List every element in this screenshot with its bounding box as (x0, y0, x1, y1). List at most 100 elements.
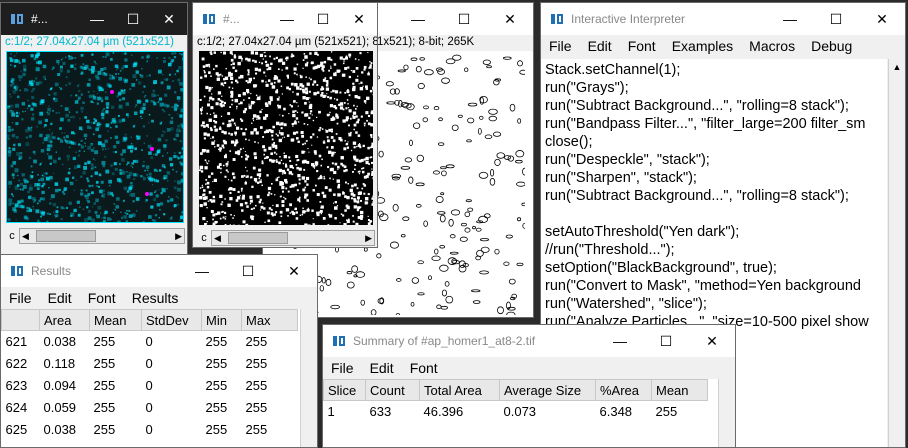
minimize-button[interactable]: — (269, 3, 305, 35)
mask-titlebar[interactable]: #... — ☐ ✕ (193, 3, 377, 35)
table-row[interactable]: 1 633 46.396 0.073 6.348 255 (324, 401, 708, 423)
menu-edit[interactable]: Edit (362, 360, 402, 376)
column-header[interactable] (1, 309, 40, 331)
menu-examples[interactable]: Examples (664, 38, 741, 54)
composite-titlebar[interactable]: #... — ☐ ✕ (1, 3, 187, 35)
table-cell: 255 (205, 400, 228, 415)
code-vertical-scrollbar[interactable]: ▲ (888, 59, 905, 447)
table-cell: 255 (205, 356, 228, 371)
channel-label: c (201, 232, 207, 244)
composite-image[interactable] (7, 52, 183, 222)
column-header[interactable]: Min (201, 309, 242, 331)
interpreter-titlebar[interactable]: Interactive Interpreter — ☐ ✕ (541, 3, 905, 35)
table-cell: 255 (93, 334, 116, 350)
menu-font[interactable]: Font (402, 360, 446, 376)
column-header[interactable]: Mean (651, 379, 708, 401)
menu-font[interactable]: Font (80, 290, 124, 306)
imagej-icon (331, 333, 347, 349)
table-row[interactable]: 624 0.059 255 0 255 255 (2, 397, 298, 419)
scroll-right-icon[interactable]: ▶ (365, 233, 372, 244)
column-header[interactable]: Slice (323, 379, 366, 401)
table-row[interactable]: 622 0.118 255 0 255 255 (2, 353, 298, 375)
scroll-right-icon[interactable]: ▶ (175, 231, 182, 242)
menu-font[interactable]: Font (620, 38, 664, 54)
column-header[interactable]: StdDev (141, 309, 202, 331)
column-header[interactable]: Total Area (419, 379, 500, 401)
close-button[interactable]: ✕ (689, 325, 735, 357)
channel-label: c (9, 230, 15, 242)
menu-file[interactable]: File (541, 38, 580, 54)
menu-file[interactable]: File (323, 360, 362, 376)
minimize-button[interactable]: — (179, 255, 225, 287)
table-cell: 255 (205, 378, 228, 393)
scroll-up-icon[interactable]: ▲ (889, 59, 905, 76)
table-cell: 255 (655, 404, 678, 420)
summary-vertical-scrollbar[interactable] (718, 379, 735, 447)
menu-debug[interactable]: Debug (803, 38, 860, 54)
table-cell: 255 (245, 400, 268, 415)
table-row[interactable]: 625 0.038 255 0 255 255 (2, 419, 298, 441)
table-cell: 255 (205, 334, 228, 350)
maximize-button[interactable]: ☐ (305, 3, 341, 35)
table-cell: 6.348 (599, 404, 633, 420)
imagej-icon (9, 11, 25, 27)
table-cell: 0.073 (503, 404, 537, 420)
maximize-button[interactable]: ☐ (225, 255, 271, 287)
table-cell: 622 (5, 356, 28, 371)
scroll-left-icon[interactable]: ◀ (22, 231, 29, 242)
menu-macros[interactable]: Macros (741, 38, 803, 54)
results-title: Results (31, 264, 72, 278)
composite-info: c:1/2; 27.04x27.04 µm (521x521) (1, 35, 187, 51)
maximize-button[interactable]: ☐ (115, 3, 151, 35)
summary-titlebar[interactable]: Summary of #ap_homer1_at8-2.tif — ☐ ✕ (323, 325, 735, 357)
menu-edit[interactable]: Edit (40, 290, 80, 306)
table-cell: 624 (5, 400, 28, 415)
channel-scrollbar[interactable]: ◀ ▶ (19, 228, 185, 244)
column-header[interactable]: Average Size (499, 379, 596, 401)
minimize-button[interactable]: — (395, 3, 441, 35)
column-header[interactable]: %Area (595, 379, 652, 401)
column-header[interactable]: Count (365, 379, 420, 401)
column-header[interactable]: Area (39, 309, 90, 331)
code-line: run("Bandpass Filter...", "filter_large=… (545, 116, 866, 132)
mask-image[interactable] (199, 51, 373, 225)
minimize-button[interactable]: — (597, 325, 643, 357)
column-header[interactable]: Max (241, 309, 298, 331)
table-cell: 0 (145, 400, 153, 415)
menu-file[interactable]: File (1, 290, 40, 306)
table-row[interactable]: 623 0.094 255 0 255 255 (2, 375, 298, 397)
results-table-container[interactable]: Area Mean StdDev Min Max 621 0.038 255 0 255 255 6… (1, 309, 301, 447)
maximize-button[interactable]: ☐ (441, 3, 487, 35)
close-button[interactable]: ✕ (151, 3, 187, 35)
mask-channel-slider[interactable]: c ◀ ▶ (197, 229, 375, 247)
interpreter-menubar: File Edit Font Examples Macros Debug (541, 35, 905, 57)
code-line: run("Subtract Background...", "rolling=8… (545, 188, 849, 204)
results-titlebar[interactable]: Results — ☐ ✕ (1, 255, 317, 287)
close-button[interactable]: ✕ (271, 255, 317, 287)
close-button[interactable]: ✕ (487, 3, 533, 35)
menu-edit[interactable]: Edit (580, 38, 620, 54)
table-cell: 0 (145, 356, 153, 371)
table-cell: 625 (5, 422, 28, 437)
scroll-thumb[interactable] (228, 232, 288, 244)
composite-channel-slider[interactable]: c ◀ ▶ (5, 227, 185, 245)
close-button[interactable]: ✕ (859, 3, 905, 35)
minimize-button[interactable]: — (79, 3, 115, 35)
table-cell: 255 (205, 422, 228, 437)
channel-scrollbar[interactable]: ◀ ▶ (211, 230, 375, 246)
scroll-left-icon[interactable]: ◀ (214, 233, 221, 244)
summary-table-container[interactable]: Slice Count Total Area Average Size %Area Mea… (323, 379, 719, 447)
scroll-thumb[interactable] (36, 230, 96, 242)
code-line: run("Grays"); (545, 80, 629, 96)
table-cell: 255 (93, 356, 116, 371)
column-header[interactable]: Mean (89, 309, 142, 331)
table-cell: 1 (327, 404, 335, 420)
maximize-button[interactable]: ☐ (813, 3, 859, 35)
table-row[interactable]: 621 0.038 255 0 255 255 (2, 331, 298, 353)
minimize-button[interactable]: — (767, 3, 813, 35)
close-button[interactable]: ✕ (341, 3, 377, 35)
results-vertical-scrollbar[interactable] (300, 309, 317, 447)
maximize-button[interactable]: ☐ (643, 325, 689, 357)
menu-results[interactable]: Results (124, 290, 187, 306)
